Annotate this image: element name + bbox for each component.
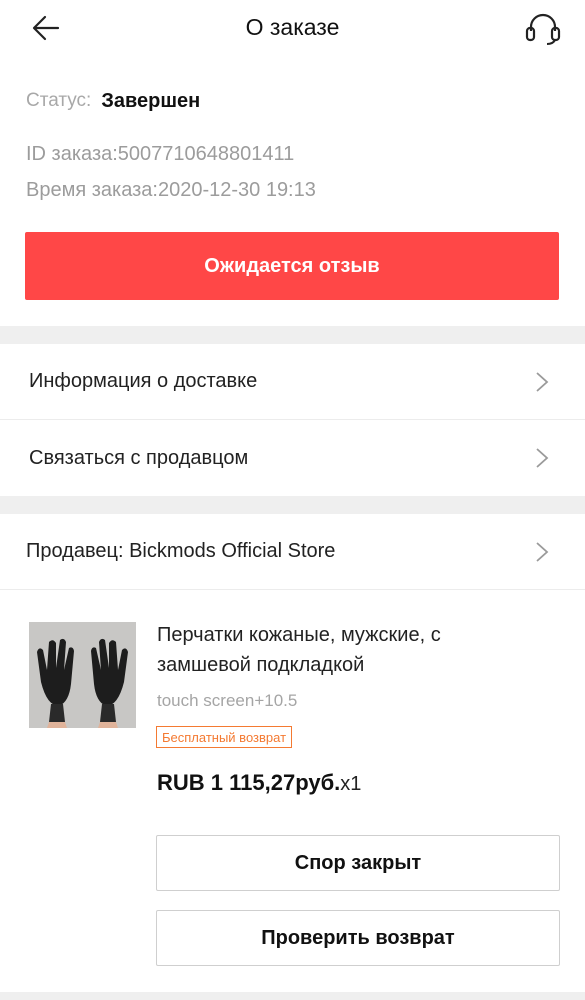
- support-button[interactable]: [521, 8, 565, 48]
- top-bar: О заказе: [0, 0, 585, 56]
- order-id: ID заказа:5007710648801411: [26, 143, 295, 165]
- free-return-badge: Бесплатный возврат: [156, 726, 293, 748]
- seller-label: Продавец: Bickmods Official Store: [26, 540, 336, 562]
- seller-row[interactable]: Продавец: Bickmods Official Store: [0, 514, 585, 590]
- chevron-right-icon: [536, 541, 549, 562]
- dispute-closed-button[interactable]: Спор закрыт: [156, 835, 560, 891]
- delivery-info-label: Информация о доставке: [29, 370, 258, 392]
- section-divider: [0, 992, 585, 1000]
- product-image[interactable]: [29, 622, 136, 728]
- status-label: Статус:: [26, 90, 92, 111]
- status-value: Завершен: [101, 89, 201, 112]
- leather-gloves-photo: [29, 622, 136, 728]
- contact-seller-row[interactable]: Связаться с продавцом: [0, 420, 585, 496]
- price-value: RUB 1 115,27руб.: [157, 770, 341, 795]
- product-variant: touch screen+10.5: [157, 691, 298, 710]
- product-title[interactable]: Перчатки кожаные, мужские, с замшевой по…: [157, 620, 537, 680]
- chevron-right-icon: [536, 371, 549, 392]
- page-title: О заказе: [245, 14, 340, 40]
- check-return-button[interactable]: Проверить возврат: [156, 910, 560, 966]
- product-quantity: x1: [340, 773, 362, 795]
- contact-seller-label: Связаться с продавцом: [29, 446, 249, 469]
- section-divider: [0, 496, 585, 514]
- awaiting-review-button[interactable]: Ожидается отзыв: [25, 232, 559, 300]
- order-time: Время заказа:2020-12-30 19:13: [26, 179, 316, 201]
- order-status: Статус: Завершен: [26, 86, 200, 116]
- delivery-info-row[interactable]: Информация о доставке: [0, 344, 585, 420]
- section-divider: [0, 326, 585, 344]
- chevron-right-icon: [536, 448, 549, 468]
- product-price: RUB 1 115,27руб.x1: [157, 770, 361, 796]
- headset-icon: [525, 13, 561, 45]
